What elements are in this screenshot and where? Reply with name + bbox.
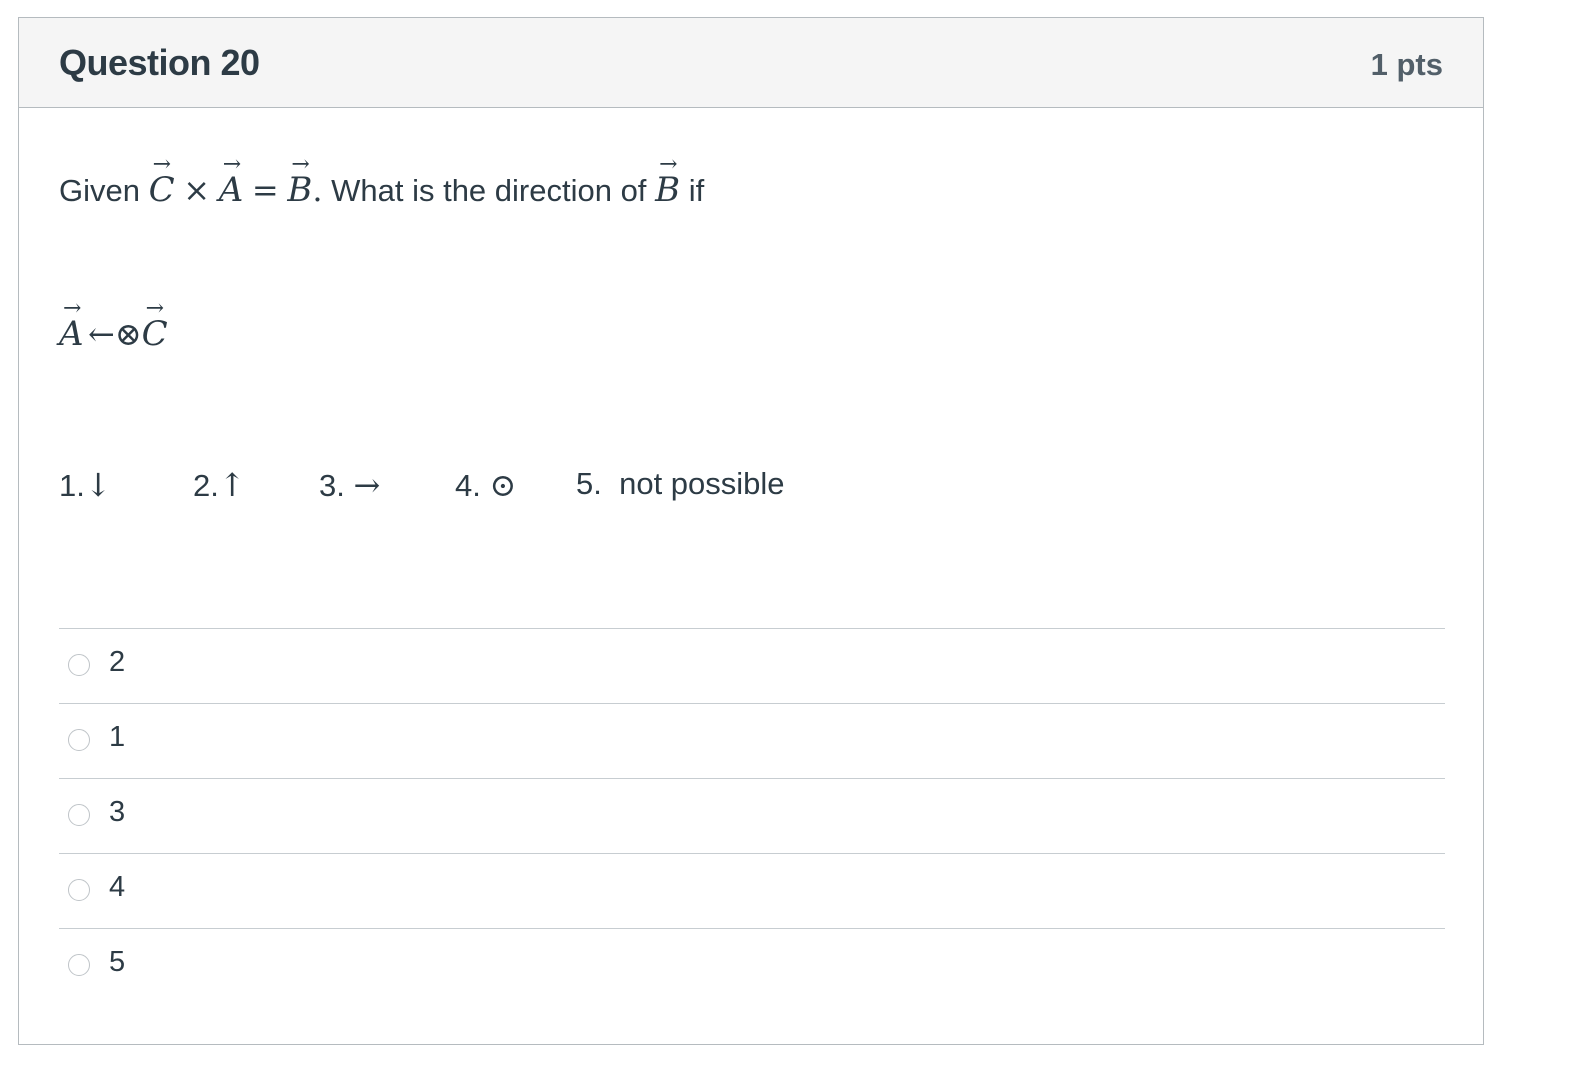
setup-vector-c: C (142, 296, 168, 354)
radio-button[interactable] (68, 879, 90, 901)
vector-b: B (287, 152, 312, 210)
into-page-icon: ⊗ (114, 315, 142, 353)
not-possible-text: not possible (619, 466, 785, 501)
prompt-lead: Given (59, 173, 140, 208)
vector-setup: A ←⊗C (59, 296, 168, 354)
answer-option[interactable]: 2 (59, 628, 1445, 703)
cross-operator: × (183, 171, 211, 209)
question-prompt: Given C × A = B. What is the direction o… (59, 152, 705, 210)
answer-label: 2 (109, 646, 126, 678)
radio-button[interactable] (68, 804, 90, 826)
out-of-page-icon: ⊙ (489, 466, 517, 504)
prompt-text: What is the direction of (331, 173, 647, 208)
choice-legend-1: 1.↓ (59, 466, 112, 504)
answer-list: 2 1 3 4 5 (59, 628, 1445, 1003)
answer-option[interactable]: 4 (59, 853, 1445, 928)
choice-legend-3: 3. → (319, 466, 381, 504)
question-title: Question 20 (59, 42, 260, 83)
answer-label: 4 (109, 871, 126, 903)
question-card: Question 20 1 pts Given C × A = B. What … (18, 17, 1484, 1045)
choice-legend-2: 2.↑ (193, 466, 246, 504)
answer-option[interactable]: 5 (59, 928, 1445, 1003)
equals-operator: = (251, 171, 279, 209)
left-arrow-icon: ← (88, 315, 115, 353)
choice-legend-4: 4. ⊙ (455, 466, 517, 504)
up-arrow-icon: ↑ (218, 466, 246, 504)
answer-label: 3 (109, 796, 126, 828)
answer-label: 5 (109, 946, 126, 978)
prompt-tail: if (688, 173, 705, 208)
question-points: 1 pts (1370, 47, 1443, 82)
answer-option[interactable]: 3 (59, 778, 1445, 853)
vector-c: C (149, 152, 175, 210)
question-header: Question 20 1 pts (19, 18, 1483, 108)
vector-a: A (219, 152, 244, 210)
radio-button[interactable] (68, 954, 90, 976)
choice-legend-5: 5. not possible (576, 466, 785, 501)
vector-b-target: B (655, 152, 680, 210)
answer-label: 1 (109, 721, 126, 753)
equation-period: . (312, 171, 323, 209)
right-arrow-icon: → (353, 466, 381, 504)
down-arrow-icon: ↓ (84, 466, 112, 504)
answer-option[interactable]: 1 (59, 703, 1445, 778)
setup-vector-a: A (59, 296, 84, 354)
radio-button[interactable] (68, 654, 90, 676)
radio-button[interactable] (68, 729, 90, 751)
